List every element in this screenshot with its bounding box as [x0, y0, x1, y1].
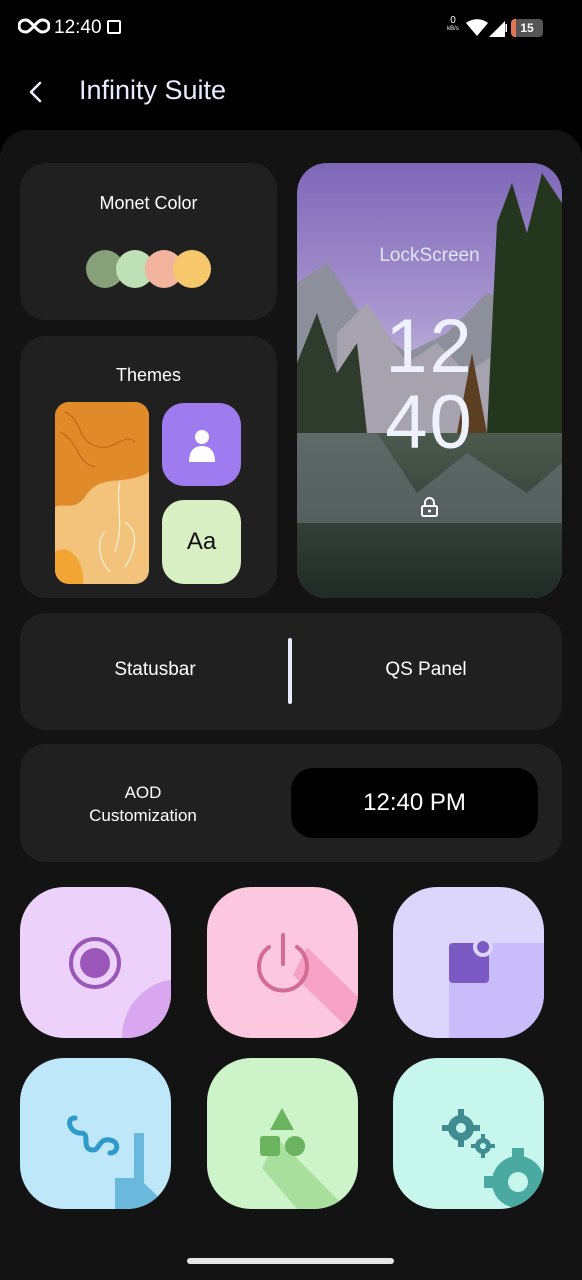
- aod-clock-preview: 12:40 PM: [291, 768, 538, 838]
- lockscreen-label: LockScreen: [379, 245, 480, 266]
- record-icon: [20, 887, 171, 1038]
- tile-gesture[interactable]: [20, 1058, 171, 1209]
- wifi-icon: [466, 19, 488, 36]
- aod-card[interactable]: AOD Customization 12:40 PM: [20, 744, 562, 862]
- font-tile[interactable]: Aa: [162, 500, 241, 584]
- tile-settings[interactable]: [393, 1058, 544, 1209]
- image-notification-icon: [107, 20, 121, 34]
- signal-icon: [489, 21, 507, 37]
- battery-level: 15: [520, 21, 534, 35]
- battery-icon: 15: [511, 19, 543, 37]
- tile-shapes[interactable]: [207, 1058, 358, 1209]
- tile-record[interactable]: [20, 887, 171, 1038]
- status-bar: 12:40 0 kB/s 15: [0, 0, 582, 56]
- gesture-icon: [20, 1058, 171, 1209]
- home-indicator[interactable]: [187, 1258, 394, 1264]
- lock-icon: [421, 497, 438, 517]
- status-time: 12:40: [54, 17, 102, 38]
- net-speed-unit: kB/s: [447, 26, 459, 32]
- infinity-icon: [18, 18, 50, 34]
- lockscreen-minute: 40: [385, 380, 474, 465]
- net-speed-value: 0: [450, 15, 456, 26]
- shapes-icon: [207, 1058, 358, 1209]
- icon-pack-tile[interactable]: [162, 403, 241, 486]
- monet-swatch-4: [173, 250, 211, 288]
- wallpaper-thumbnail[interactable]: [55, 402, 149, 584]
- net-speed: 0 kB/s: [441, 16, 465, 34]
- tile-power[interactable]: [207, 887, 358, 1038]
- themes-label: Themes: [115, 365, 182, 385]
- person-icon: [188, 429, 215, 462]
- notification-icon: [393, 887, 544, 1038]
- monet-color-card[interactable]: Monet Color: [20, 163, 277, 320]
- tile-notification[interactable]: [393, 887, 544, 1038]
- back-arrow-icon[interactable]: [22, 78, 50, 106]
- lockscreen-hour: 12: [385, 304, 474, 389]
- monet-color-label: Monet Color: [99, 193, 198, 213]
- settings-icon: [393, 1058, 544, 1209]
- page-title: Infinity Suite: [79, 75, 227, 105]
- power-icon: [207, 887, 358, 1038]
- statusbar-qs-card: Statusbar QS Panel: [20, 613, 562, 730]
- qs-panel-button[interactable]: QS Panel: [290, 659, 562, 681]
- statusbar-button[interactable]: Statusbar: [20, 659, 290, 681]
- aod-label-line: AOD Customization: [89, 783, 197, 825]
- aod-label: AOD Customization: [50, 781, 236, 827]
- lockscreen-card[interactable]: LockScreen 12 40: [297, 163, 562, 598]
